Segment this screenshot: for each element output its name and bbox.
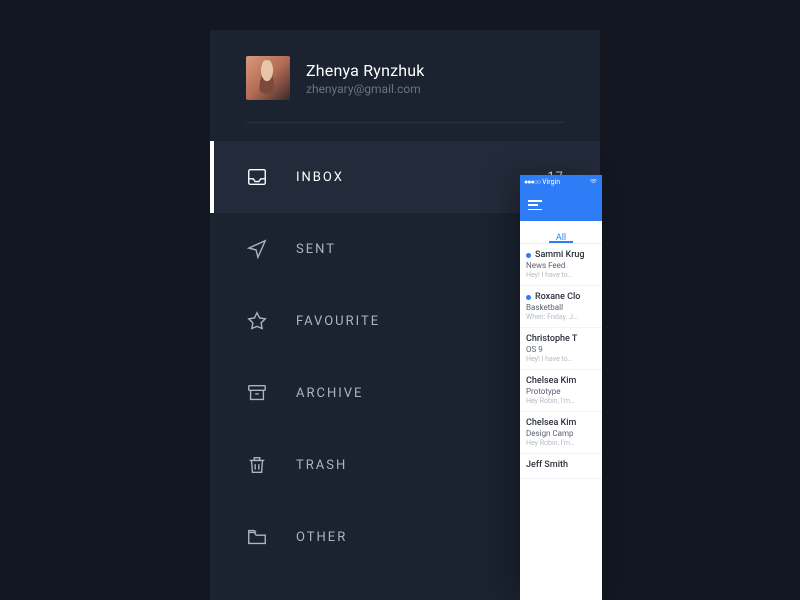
mail-subject: Prototype bbox=[526, 387, 596, 396]
signal-dots-icon: ●●●○○ bbox=[524, 178, 540, 186]
mail-preview: Hey Robin, I’m… bbox=[526, 397, 596, 405]
mail-item[interactable]: Roxane CloBasketballWhen: Friday. J… bbox=[520, 286, 602, 328]
mail-preview: When: Friday. J… bbox=[526, 313, 596, 321]
wifi-icon bbox=[589, 177, 598, 188]
inbox-icon bbox=[246, 166, 268, 188]
profile-text: Zhenya Rynzhuk zhenyary@gmail.com bbox=[306, 61, 425, 96]
mail-subject: News Feed bbox=[526, 261, 596, 270]
profile-name: Zhenya Rynzhuk bbox=[306, 61, 425, 80]
mail-preview: Hey! I have to… bbox=[526, 355, 596, 363]
send-icon bbox=[246, 238, 268, 260]
tab-bar: All bbox=[520, 221, 602, 244]
mail-sender: Christophe T bbox=[526, 334, 596, 344]
app-bar bbox=[520, 189, 602, 221]
profile-block[interactable]: Zhenya Rynzhuk zhenyary@gmail.com bbox=[210, 30, 600, 122]
unread-dot-icon bbox=[526, 295, 531, 300]
menu-icon[interactable] bbox=[528, 200, 542, 210]
archive-icon bbox=[246, 382, 268, 404]
mail-item[interactable]: Christophe TOS 9Hey! I have to… bbox=[520, 328, 602, 370]
mail-item[interactable]: Chelsea KimPrototypeHey Robin, I’m… bbox=[520, 370, 602, 412]
mail-item[interactable]: Chelsea KimDesign CampHey Robin, I’m… bbox=[520, 412, 602, 454]
mail-list[interactable]: Sammi KrugNews FeedHey! I have to…Roxane… bbox=[520, 244, 602, 479]
profile-email: zhenyary@gmail.com bbox=[306, 82, 425, 96]
folder-icon bbox=[246, 526, 268, 548]
mail-subject: Design Camp bbox=[526, 429, 596, 438]
mail-list-card: ●●●○○ Virgin All Sammi KrugNews FeedHey!… bbox=[520, 175, 602, 600]
status-bar: ●●●○○ Virgin bbox=[520, 175, 602, 189]
tab-underline bbox=[549, 241, 574, 243]
mail-sender: Sammi Krug bbox=[526, 250, 596, 260]
unread-dot-icon bbox=[526, 253, 531, 258]
trash-icon bbox=[246, 454, 268, 476]
mail-sender: Jeff Smith bbox=[526, 460, 596, 470]
star-icon bbox=[246, 310, 268, 332]
mail-item[interactable]: Jeff Smith bbox=[520, 454, 602, 479]
mail-item[interactable]: Sammi KrugNews FeedHey! I have to… bbox=[520, 244, 602, 286]
mail-preview: Hey! I have to… bbox=[526, 271, 596, 279]
carrier-label: Virgin bbox=[542, 178, 560, 186]
mail-sender: Roxane Clo bbox=[526, 292, 596, 302]
mail-preview: Hey Robin, I’m… bbox=[526, 439, 596, 447]
mail-sender: Chelsea Kim bbox=[526, 376, 596, 386]
mail-subject: OS 9 bbox=[526, 345, 596, 354]
avatar[interactable] bbox=[246, 56, 290, 100]
mail-subject: Basketball bbox=[526, 303, 596, 312]
nav-label: INBOX bbox=[296, 170, 547, 185]
divider bbox=[246, 122, 564, 123]
mail-sender: Chelsea Kim bbox=[526, 418, 596, 428]
